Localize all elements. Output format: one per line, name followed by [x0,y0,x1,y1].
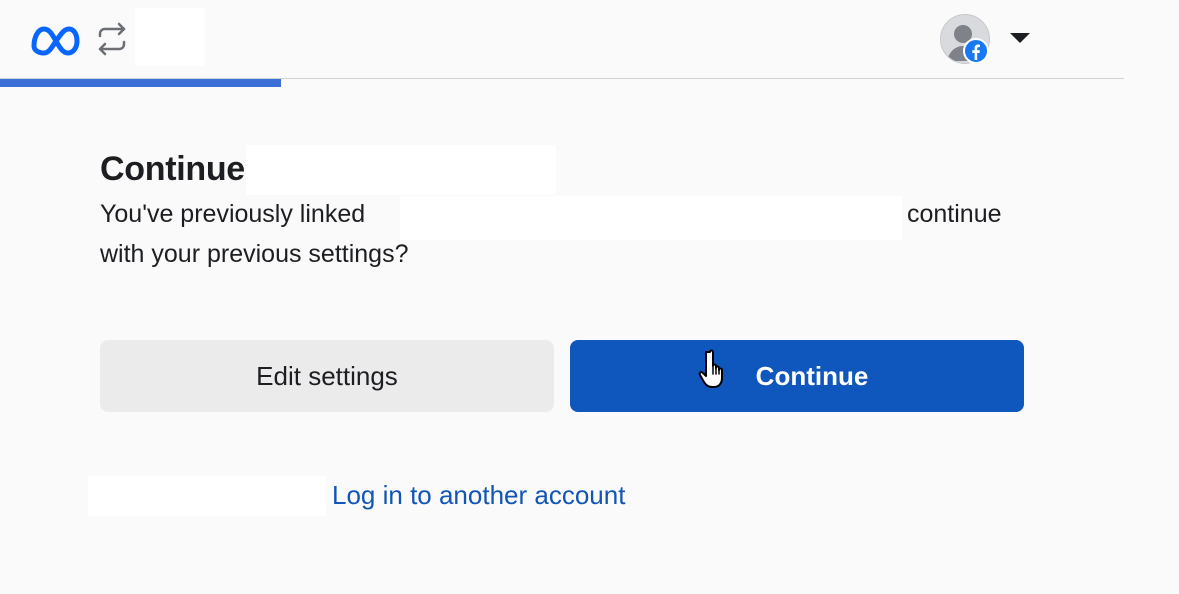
sync-arrows-icon [98,22,126,56]
edit-settings-button[interactable]: Edit settings [100,340,554,412]
facebook-badge-icon [963,38,989,64]
edit-settings-button-label: Edit settings [256,360,398,391]
redacted-area [246,145,556,195]
caret-down-icon[interactable] [1010,33,1030,43]
log-in-another-account-link[interactable]: Log in to another account [332,480,625,511]
redacted-area [135,8,205,66]
meta-logo-icon [31,26,80,56]
progress-fill [0,79,281,87]
top-bar [0,0,1124,79]
progress-bar [0,79,1124,87]
redacted-area [88,476,326,516]
continue-button[interactable]: Continue [570,340,1024,412]
redacted-area [400,196,902,240]
page-title: Continue [100,150,245,188]
hand-cursor-icon [698,349,723,388]
continue-button-label: Continue [755,360,869,391]
body-text-line2: with your previous settings? [100,240,409,268]
body-text-line1-end: continue [907,200,1002,228]
